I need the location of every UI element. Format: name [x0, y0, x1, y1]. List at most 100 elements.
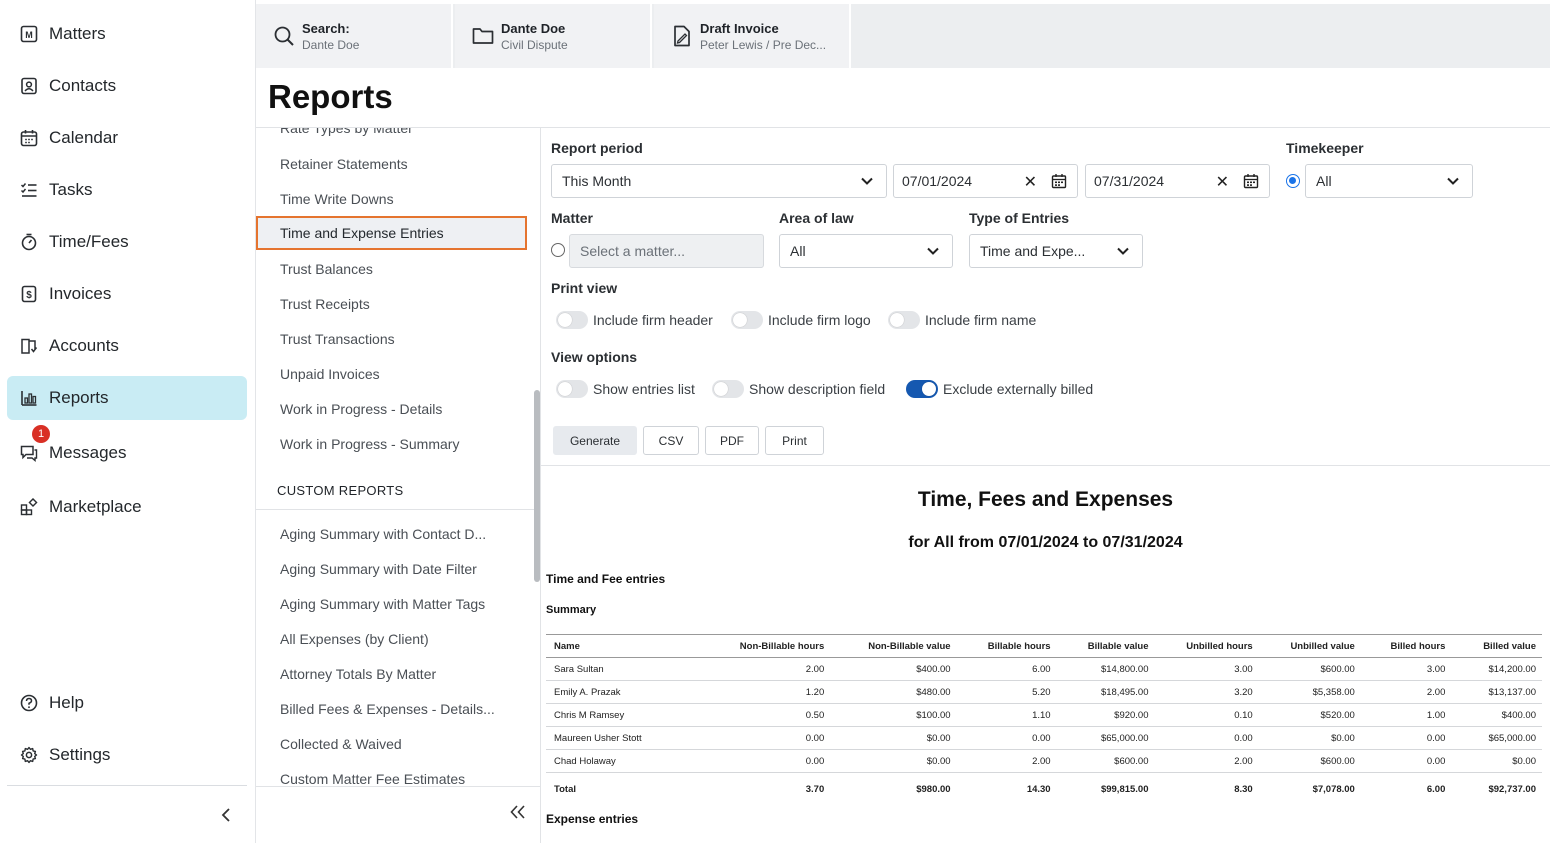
clear-date-icon[interactable]: ✕	[1216, 172, 1229, 192]
nav-item-accounts[interactable]: Accounts	[7, 324, 247, 368]
nav-item-contacts[interactable]: Contacts	[7, 64, 247, 108]
report-list-scrollbar[interactable]	[534, 390, 540, 582]
cell: Emily A. Prazak	[546, 680, 704, 704]
nav-item-help[interactable]: Help	[7, 681, 247, 725]
cell: 1.00	[1360, 703, 1452, 727]
show-entries-list-toggle[interactable]	[556, 380, 588, 398]
generate-button[interactable]: Generate	[553, 426, 637, 455]
tab-draft-invoice[interactable]: Draft Invoice Peter Lewis / Pre Dec...	[654, 4, 851, 68]
calendar-icon[interactable]	[1243, 173, 1259, 189]
timekeeper-select[interactable]: All	[1305, 164, 1473, 198]
tab-matter[interactable]: Dante Doe Civil Dispute	[455, 4, 652, 68]
open-tabs-bar: Search: Dante Doe Dante Doe Civil Disput…	[256, 4, 1550, 68]
collapse-nav-button[interactable]	[214, 803, 238, 827]
chevron-down-icon	[861, 177, 873, 185]
nav-item-messages[interactable]: Messages 1	[7, 425, 247, 475]
pdf-button[interactable]: PDF	[705, 426, 759, 455]
date-from-input[interactable]: 07/01/2024 ✕	[893, 164, 1078, 198]
report-list-item[interactable]: Work in Progress - Details	[280, 401, 442, 417]
clear-date-icon[interactable]: ✕	[1024, 172, 1037, 192]
report-list-item[interactable]: Trust Transactions	[280, 331, 395, 347]
column-header: Non-Billable hours	[703, 634, 831, 658]
svg-text:M: M	[25, 30, 33, 40]
nav-item-invoices[interactable]: $ Invoices	[7, 272, 247, 316]
tab-search[interactable]: Search: Dante Doe	[256, 4, 453, 68]
expense-section-heading: Expense entries	[546, 812, 639, 826]
calendar-icon[interactable]	[1051, 173, 1067, 189]
matter-input[interactable]: Select a matter...	[569, 234, 764, 268]
cell: $100.00	[830, 703, 957, 727]
tab-title: Search:	[302, 20, 350, 36]
contacts-icon	[19, 76, 39, 96]
custom-report-item[interactable]: Aging Summary with Matter Tags	[280, 596, 485, 612]
area-of-law-select[interactable]: All	[779, 234, 953, 268]
custom-report-item[interactable]: Billed Fees & Expenses - Details...	[280, 701, 495, 717]
chevron-down-icon	[927, 247, 939, 255]
timekeeper-radio[interactable]	[1286, 174, 1300, 188]
nav-item-tasks[interactable]: Tasks	[7, 168, 247, 212]
include-firm-name-toggle[interactable]	[888, 311, 920, 329]
matter-placeholder: Select a matter...	[580, 243, 686, 259]
gear-icon	[19, 745, 39, 765]
messages-icon	[19, 443, 39, 463]
toggle-label: Include firm name	[925, 312, 1037, 328]
report-list-item[interactable]: Work in Progress - Summary	[280, 436, 459, 452]
toggle-label: Show entries list	[593, 381, 695, 397]
cell: 0.00	[1360, 726, 1452, 750]
report-list-item[interactable]: Trust Receipts	[280, 296, 370, 312]
table-row: Chris M Ramsey 0.50 $100.00 1.10 $920.00…	[546, 703, 1542, 727]
cell: $14,200.00	[1451, 657, 1542, 681]
view-options-label: View options	[551, 349, 638, 365]
custom-report-item[interactable]: Custom Matter Fee Estimates	[280, 771, 465, 787]
nav-label: Settings	[49, 745, 111, 764]
cell: 0.00	[1360, 749, 1452, 773]
cell: $5,358.00	[1258, 680, 1361, 704]
custom-report-item[interactable]: Collected & Waived	[280, 736, 402, 752]
report-list-item[interactable]: Trust Balances	[280, 261, 373, 277]
include-firm-header-toggle[interactable]	[556, 311, 588, 329]
cell: $980.00	[830, 772, 957, 806]
csv-button[interactable]: CSV	[643, 426, 699, 455]
date-to-input[interactable]: 07/31/2024 ✕	[1085, 164, 1270, 198]
cell: $14,800.00	[1056, 657, 1155, 681]
exclude-externally-billed-toggle[interactable]	[906, 380, 938, 398]
custom-report-item[interactable]: All Expenses (by Client)	[280, 631, 429, 647]
tasks-icon	[19, 180, 39, 200]
show-description-field-toggle[interactable]	[712, 380, 744, 398]
report-list-item[interactable]: Unpaid Invoices	[280, 366, 380, 382]
chevron-down-icon	[1117, 247, 1129, 255]
chevron-left-icon	[221, 808, 230, 822]
cell: $0.00	[830, 726, 957, 750]
nav-label: Marketplace	[49, 497, 142, 516]
report-list-item[interactable]: Rate Types by Matter	[280, 128, 413, 136]
section-divider	[256, 509, 540, 510]
cell: 6.00	[1360, 772, 1452, 806]
type-of-entries-select[interactable]: Time and Expe...	[969, 234, 1143, 268]
custom-report-item[interactable]: Aging Summary with Date Filter	[280, 561, 477, 577]
custom-report-item[interactable]: Attorney Totals By Matter	[280, 666, 436, 682]
report-list-item[interactable]: Retainer Statements	[280, 156, 408, 172]
report-period-select[interactable]: This Month	[551, 164, 887, 198]
nav-label: Matters	[49, 24, 106, 43]
print-button[interactable]: Print	[765, 426, 824, 455]
report-list-item[interactable]: Time Write Downs	[280, 191, 394, 207]
cell: Chad Holaway	[546, 749, 704, 773]
tab-subtitle: Civil Dispute	[501, 37, 568, 52]
include-firm-logo-toggle[interactable]	[731, 311, 763, 329]
nav-item-reports[interactable]: Reports	[7, 376, 247, 420]
nav-label: Accounts	[49, 336, 119, 355]
nav-item-matters[interactable]: M Matters	[7, 12, 247, 56]
custom-report-item[interactable]: Aging Summary with Contact D...	[280, 526, 486, 542]
collapse-report-list-button[interactable]	[510, 803, 526, 824]
nav-item-marketplace[interactable]: Marketplace	[7, 485, 247, 529]
nav-label: Invoices	[49, 284, 112, 303]
matters-icon: M	[19, 24, 39, 44]
nav-item-time-fees[interactable]: Time/Fees	[7, 220, 247, 264]
cell: 2.00	[1360, 680, 1452, 704]
nav-item-calendar[interactable]: Calendar	[7, 116, 247, 160]
report-subtitle: for All from 07/01/2024 to 07/31/2024	[908, 534, 1183, 551]
matter-radio[interactable]	[551, 243, 565, 257]
nav-item-settings[interactable]: Settings	[7, 733, 247, 777]
column-header: Non-Billable value	[830, 634, 957, 658]
report-list-item-selected[interactable]: Time and Expense Entries	[256, 216, 527, 250]
